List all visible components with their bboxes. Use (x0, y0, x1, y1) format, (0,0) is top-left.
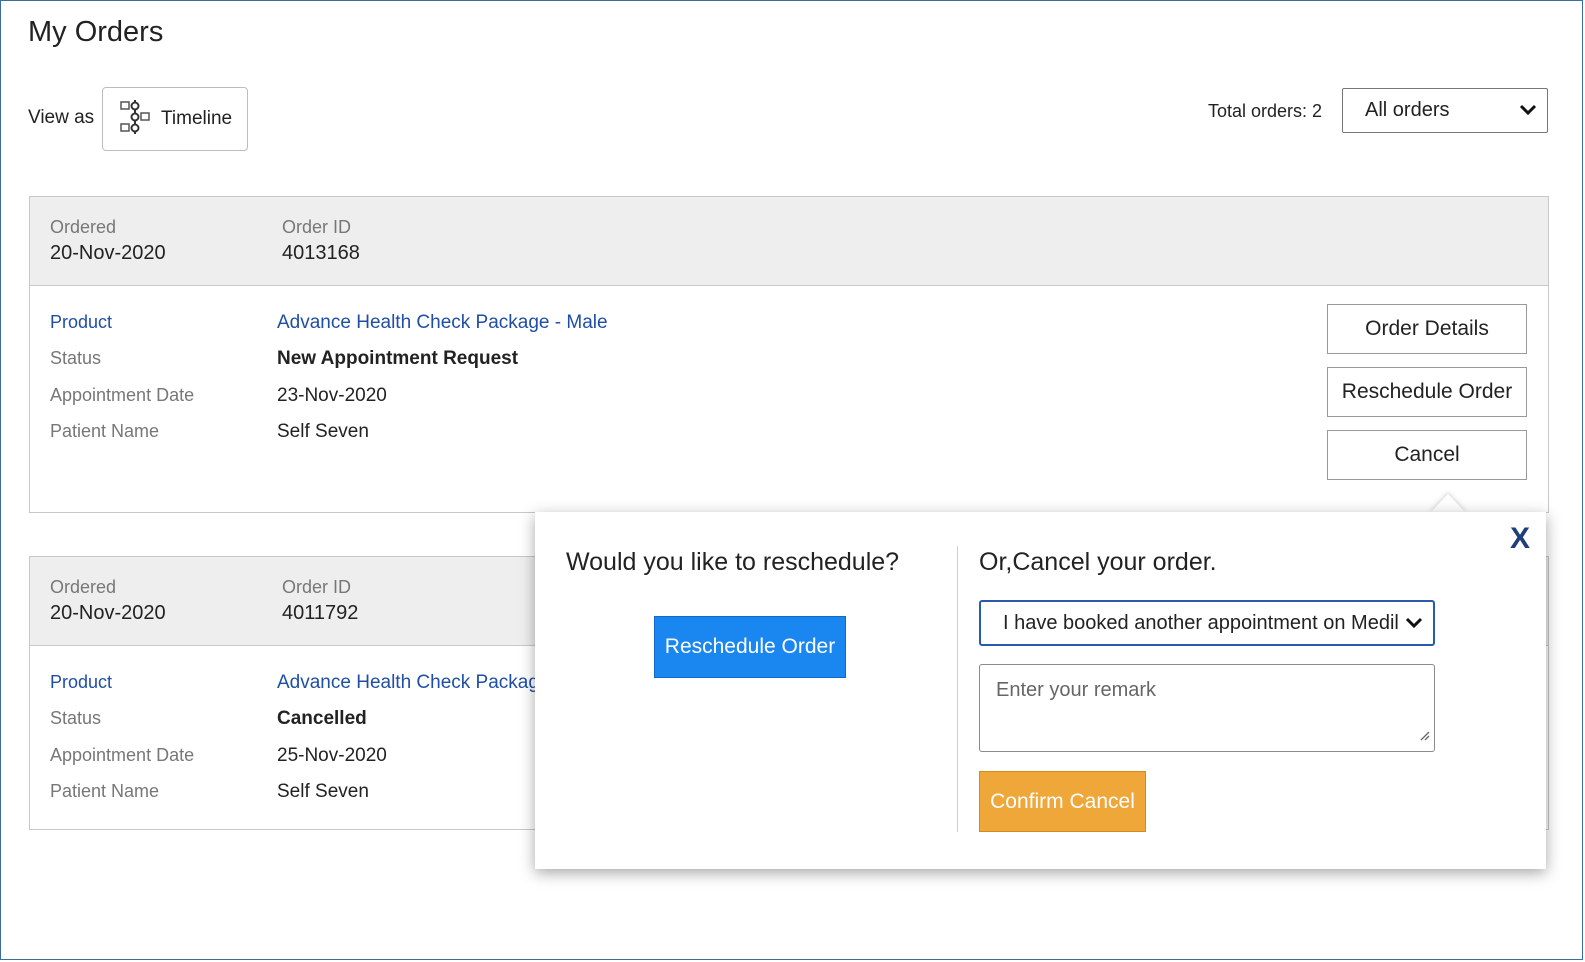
cancel-popover: X Would you like to reschedule? Reschedu… (535, 512, 1546, 869)
ordered-date: 20-Nov-2020 (50, 242, 166, 264)
status-label: Status (50, 348, 102, 368)
product-label: Product (50, 312, 113, 332)
appointment-date-label: Appointment Date (50, 385, 195, 405)
popover-divider (957, 546, 958, 832)
orders-filter-value: All orders (1365, 99, 1450, 121)
resize-grip-icon[interactable] (1418, 724, 1430, 747)
cancel-order-button[interactable]: Cancel (1327, 430, 1527, 480)
chevron-down-icon (1405, 612, 1423, 635)
status-label: Status (50, 708, 102, 728)
cancel-heading: Or,Cancel your order. (979, 548, 1217, 576)
orders-filter-select[interactable]: All orders (1342, 88, 1548, 133)
view-as-label: View as (28, 107, 95, 128)
product-link[interactable]: Advance Health Check Package - Male (277, 312, 608, 334)
page-title: My Orders (28, 16, 164, 48)
appointment-date-label: Appointment Date (50, 745, 195, 765)
chevron-down-icon (1519, 99, 1537, 122)
ordered-date: 20-Nov-2020 (50, 602, 166, 624)
timeline-label: Timeline (161, 108, 233, 129)
total-orders-count: Total orders: 2 (1208, 101, 1323, 121)
product-label: Product (50, 672, 113, 692)
appointment-date-value: 25-Nov-2020 (277, 745, 387, 766)
order-card-header: Ordered 20-Nov-2020 Order ID 4013168 (30, 197, 1548, 286)
status-value: Cancelled (277, 708, 367, 729)
close-icon[interactable]: X (1510, 522, 1530, 556)
order-id-label: Order ID (282, 217, 352, 237)
product-link[interactable]: Advance Health Check Package (277, 672, 550, 694)
remark-placeholder: Enter your remark (996, 679, 1157, 701)
patient-name-label: Patient Name (50, 421, 160, 441)
patient-name-value: Self Seven (277, 421, 369, 442)
timeline-icon (119, 97, 151, 142)
ordered-label: Ordered (50, 217, 117, 237)
status-value: New Appointment Request (277, 348, 519, 369)
cancel-reason-value: I have booked another appointment on Med… (1003, 611, 1399, 634)
order-card: Ordered 20-Nov-2020 Order ID 4013168 Pro… (29, 196, 1549, 513)
order-details-button[interactable]: Order Details (1327, 304, 1527, 354)
cancel-reason-select[interactable]: I have booked another appointment on Med… (979, 600, 1435, 646)
ordered-label: Ordered (50, 577, 117, 597)
patient-name-value: Self Seven (277, 781, 369, 802)
confirm-cancel-button[interactable]: Confirm Cancel (979, 771, 1146, 832)
remark-textarea[interactable]: Enter your remark (979, 664, 1435, 752)
timeline-view-button[interactable]: Timeline (102, 87, 248, 151)
popover-reschedule-button[interactable]: Reschedule Order (654, 616, 846, 678)
popover-arrow (1430, 494, 1466, 513)
order-id-value: 4013168 (282, 242, 360, 264)
order-id-value: 4011792 (282, 602, 359, 624)
appointment-date-value: 23-Nov-2020 (277, 385, 387, 406)
order-id-label: Order ID (282, 577, 352, 597)
patient-name-label: Patient Name (50, 781, 160, 801)
reschedule-heading: Would you like to reschedule? (566, 548, 900, 576)
reschedule-order-button[interactable]: Reschedule Order (1327, 367, 1527, 417)
